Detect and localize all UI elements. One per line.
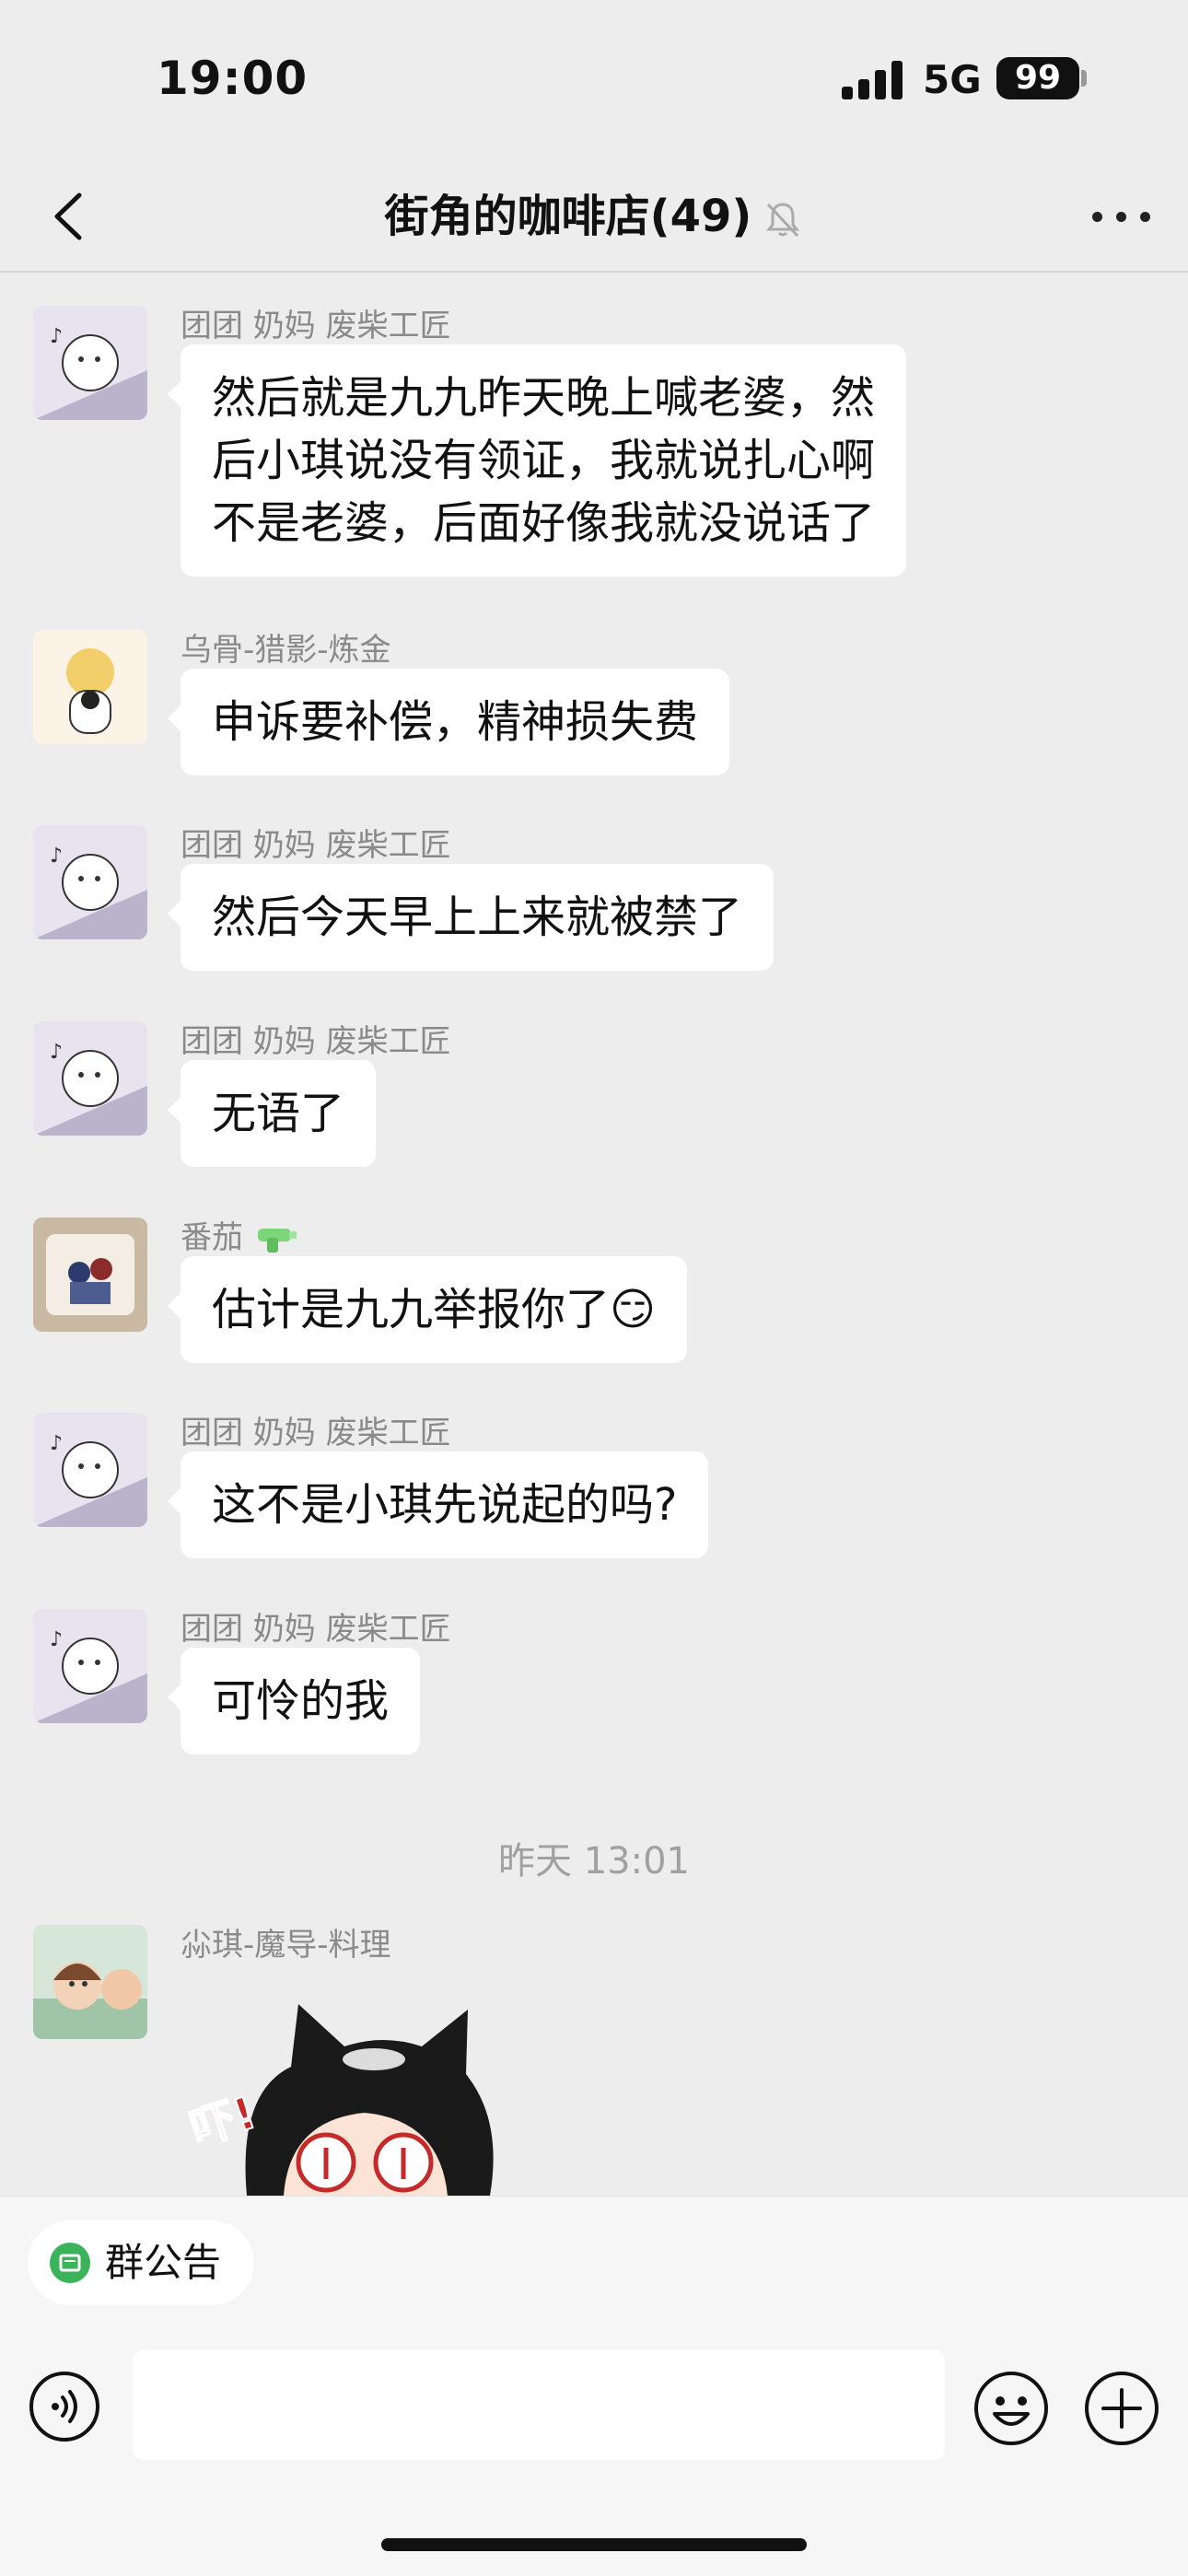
sender-name: 团团 奶妈 废柴工匠 (181, 1023, 451, 1060)
svg-text:♪: ♪ (50, 1432, 63, 1455)
avatar[interactable]: ♪ (33, 825, 147, 939)
avatar[interactable]: ♪ (33, 1609, 147, 1723)
group-notice-button[interactable]: 群公告 (28, 2220, 254, 2305)
message-bubble[interactable]: 估计是九九举报你了😏 (167, 1256, 688, 1363)
sender-name: 团团 奶妈 废柴工匠 (181, 1611, 451, 1648)
message-item: 乌骨-猎影-炼金 申诉要补偿，精神损失费 (0, 624, 1188, 781)
announcement-icon (50, 2243, 90, 2283)
sender-name: 番茄 (181, 1212, 298, 1257)
sender-name-text: 番茄 (181, 1219, 243, 1256)
group-notice-label: 群公告 (105, 2240, 222, 2285)
bell-off-icon (766, 203, 800, 238)
voice-icon (29, 2372, 99, 2442)
time-divider: 昨天 13:01 (498, 1840, 690, 1882)
message-bubble[interactable]: 申诉要补偿，精神损失费 (167, 669, 730, 775)
status-bar: 19:00 5G 99 (0, 0, 1188, 162)
battery-icon: 99 (996, 57, 1079, 99)
message-line: 不是老婆，后面好像我就没说话了 (212, 497, 876, 549)
more-button[interactable] (1092, 206, 1151, 227)
input-panel: 群公告 (0, 2196, 1188, 2576)
avatar[interactable]: ♪ (33, 1413, 147, 1527)
message-bubble[interactable]: 可怜的我 (167, 1648, 421, 1754)
battery-tip (1081, 70, 1087, 87)
message-bubble[interactable]: 无语了 (167, 1060, 377, 1167)
avatar[interactable]: ♪ (33, 306, 147, 420)
message-bubble[interactable]: 然后就是九九昨天晚上喊老婆，然 后小琪说没有领证，我就说扎心啊 不是老婆，后面好… (167, 344, 907, 577)
message-item: ♪ 团团 奶妈 废柴工匠 这不是小琪先说起的吗? (0, 1407, 1188, 1564)
message-item: ♪ 团团 奶妈 废柴工匠 然后就是九九昨天晚上喊老婆，然 后小琪说没有领证，我就… (0, 300, 1188, 577)
svg-text:♪: ♪ (50, 325, 63, 348)
message-item: 番茄 估计是九九举报你了😏 (0, 1212, 1188, 1369)
status-time: 19:00 (157, 52, 309, 105)
message-line: 后小琪说没有领证，我就说扎心啊 (212, 435, 876, 486)
svg-text:♪: ♪ (50, 845, 63, 868)
message-text: 估计是九九举报你了 (212, 1284, 611, 1335)
sender-name: 乌骨-猎影-炼金 (181, 632, 391, 669)
message-input[interactable] (133, 2349, 945, 2460)
message-item: ♪ 团团 奶妈 废柴工匠 然后今天早上上来就被禁了 (0, 820, 1188, 976)
sender-name: 团团 奶妈 废柴工匠 (181, 1415, 451, 1451)
avatar[interactable] (33, 630, 147, 744)
smirk-emoji-icon: 😏 (610, 1284, 657, 1335)
emoji-icon (974, 2372, 1048, 2445)
chat-title: 街角的咖啡店(49) (0, 184, 1188, 249)
svg-text:♪: ♪ (50, 1041, 63, 1064)
avatar[interactable]: ♪ (33, 1021, 147, 1136)
message-line: 然后就是九九昨天晚上喊老婆，然 (212, 372, 876, 424)
home-indicator[interactable] (381, 2538, 807, 2551)
emoji-button[interactable] (973, 2370, 1050, 2447)
message-item: 尛琪-魔导-料理 (0, 1919, 1188, 2196)
svg-text:♪: ♪ (50, 1628, 63, 1651)
sender-name: 尛琪-魔导-料理 (181, 1927, 391, 1964)
sender-name: 团团 奶妈 废柴工匠 (181, 308, 451, 344)
plus-icon (1085, 2372, 1159, 2445)
message-bubble[interactable]: 然后今天早上上来就被禁了 (167, 864, 775, 971)
avatar[interactable] (33, 1925, 147, 2039)
network-label: 5G (923, 57, 982, 102)
more-actions-button[interactable] (1083, 2370, 1160, 2447)
message-bubble[interactable]: 这不是小琪先说起的吗? (167, 1451, 709, 1558)
water-gun-icon (258, 1228, 297, 1253)
avatar[interactable] (33, 1218, 147, 1332)
message-item: ♪ 团团 奶妈 废柴工匠 无语了 (0, 1016, 1188, 1172)
voice-button[interactable] (28, 2370, 101, 2443)
nav-bar: 街角的咖啡店(49) (0, 162, 1188, 273)
signal-icon (842, 61, 904, 99)
message-item: ♪ 团团 奶妈 废柴工匠 可怜的我 (0, 1603, 1188, 1760)
sticker-image[interactable]: 吓! (181, 1982, 549, 2196)
sender-name: 团团 奶妈 废柴工匠 (181, 827, 451, 864)
chat-title-text: 街角的咖啡店(49) (384, 191, 752, 242)
